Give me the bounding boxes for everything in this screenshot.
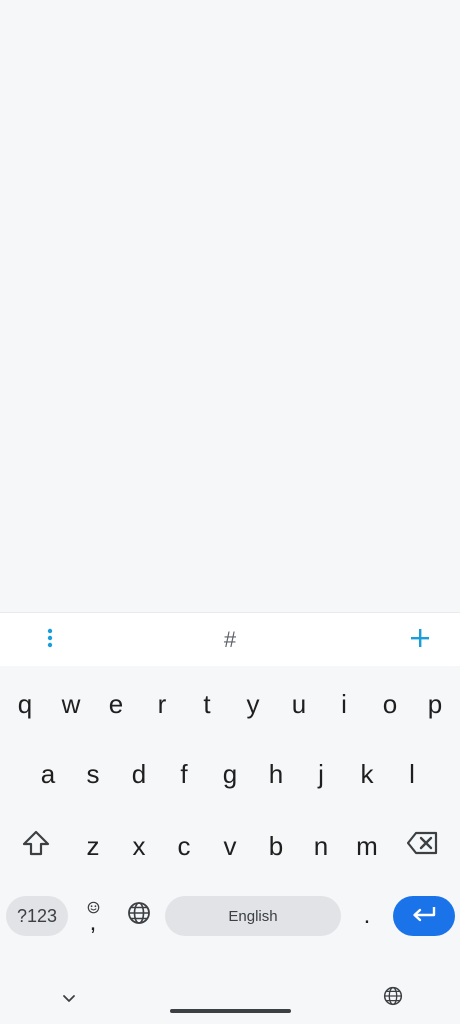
toolbar-hashtag-button[interactable]: # <box>210 613 250 667</box>
key-o[interactable]: o <box>367 678 413 730</box>
key-b[interactable]: b <box>253 820 299 872</box>
system-nav-bar <box>0 966 460 1024</box>
key-d[interactable]: d <box>116 748 162 800</box>
globe-icon <box>383 986 403 1011</box>
key-n[interactable]: n <box>298 820 344 872</box>
key-e[interactable]: e <box>93 678 139 730</box>
switch-input-button[interactable] <box>378 983 408 1013</box>
key-m[interactable]: m <box>344 820 390 872</box>
key-g[interactable]: g <box>207 748 253 800</box>
key-v[interactable]: v <box>207 820 253 872</box>
key-k[interactable]: k <box>344 748 390 800</box>
key-s[interactable]: s <box>70 748 116 800</box>
key-q[interactable]: q <box>2 678 48 730</box>
toolbar-add-button[interactable] <box>400 613 440 667</box>
key-w[interactable]: w <box>48 678 94 730</box>
key-z[interactable]: z <box>70 820 116 872</box>
gesture-handle[interactable] <box>170 1009 291 1013</box>
key-u[interactable]: u <box>276 678 322 730</box>
key-t[interactable]: t <box>184 678 230 730</box>
globe-icon <box>127 901 151 932</box>
symbols-key[interactable]: ?123 <box>6 896 68 936</box>
key-f[interactable]: f <box>161 748 207 800</box>
language-key[interactable] <box>118 894 160 938</box>
shift-key[interactable] <box>13 820 59 872</box>
key-r[interactable]: r <box>139 678 185 730</box>
key-i[interactable]: i <box>321 678 367 730</box>
key-c[interactable]: c <box>161 820 207 872</box>
shift-icon <box>22 830 50 863</box>
keyboard-row-2: a s d f g h j k l <box>0 748 460 800</box>
key-y[interactable]: y <box>230 678 276 730</box>
space-key[interactable]: English <box>165 896 341 936</box>
toolbar-menu-button[interactable] <box>30 613 70 667</box>
enter-arrow-icon <box>411 905 437 928</box>
app-content-area <box>0 0 460 612</box>
key-p[interactable]: p <box>412 678 458 730</box>
chevron-down-icon <box>62 990 76 1008</box>
keyboard-row-3: z x c v b n m <box>0 820 460 872</box>
more-vert-icon <box>46 628 54 653</box>
key-a[interactable]: a <box>25 748 71 800</box>
backspace-key[interactable] <box>400 820 446 872</box>
plus-icon <box>410 628 430 653</box>
keyboard-row-1: q w e r t y u i o p <box>0 678 460 730</box>
comma-emoji-key[interactable]: , <box>72 894 114 938</box>
key-l[interactable]: l <box>389 748 435 800</box>
hide-keyboard-button[interactable] <box>54 984 84 1014</box>
keyboard-toolbar: # <box>0 612 460 667</box>
period-key[interactable]: . <box>347 894 387 938</box>
hashtag-label: # <box>223 627 237 652</box>
enter-key[interactable] <box>393 896 455 936</box>
backspace-icon <box>406 831 439 862</box>
key-h[interactable]: h <box>253 748 299 800</box>
comma-label: , <box>89 908 97 936</box>
keyboard-row-4: ?123 , English . <box>0 894 460 938</box>
key-x[interactable]: x <box>116 820 162 872</box>
key-j[interactable]: j <box>298 748 344 800</box>
